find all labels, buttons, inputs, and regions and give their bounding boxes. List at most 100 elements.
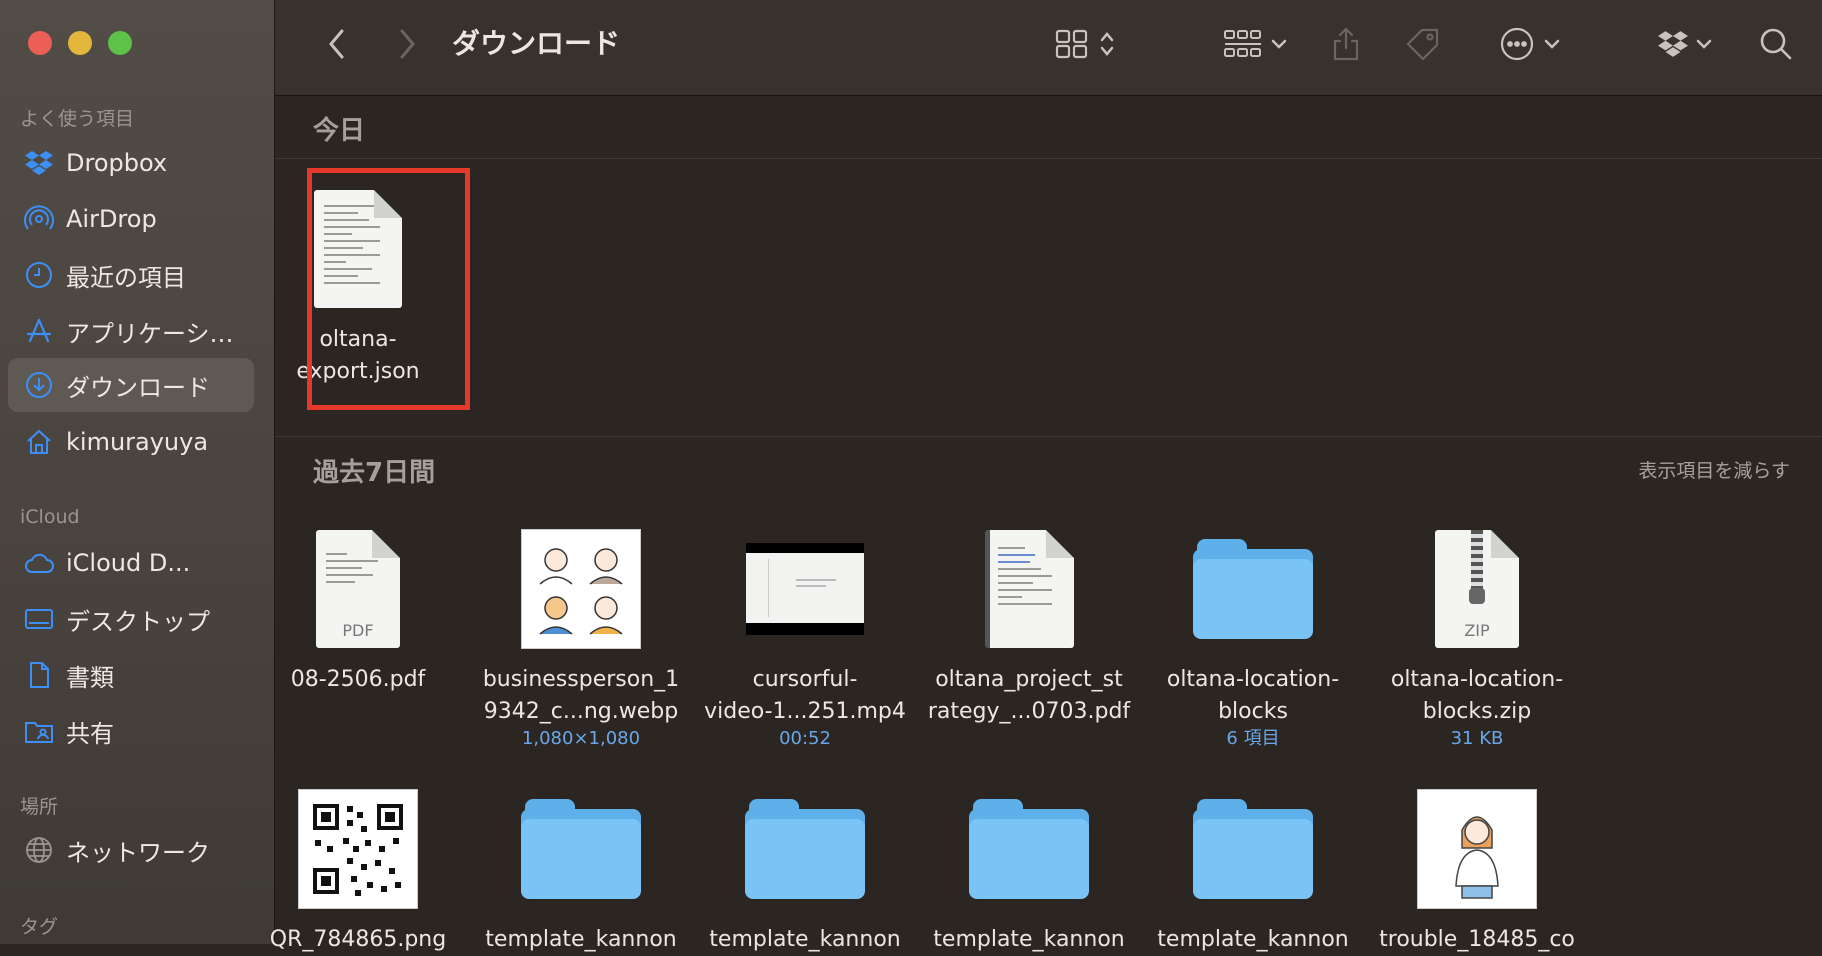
file-item-cursorful-video-mp4[interactable]: cursorful- video-1...251.mp4 00:52	[700, 526, 910, 750]
file-item-businessperson-webp[interactable]: businessperson_1 9342_c...ng.webp 1,080×…	[476, 526, 686, 750]
sidebar-item-label: デスクトップ	[66, 607, 210, 636]
sidebar-item-downloads[interactable]: ダウンロード	[8, 358, 254, 412]
locations-heading: 場所	[20, 796, 59, 818]
zip-archive-icon: ZIP	[1435, 530, 1519, 648]
sidebar-item-applications[interactable]: アプリケーシ…	[8, 304, 254, 358]
file-name: template_kannon	[933, 927, 1125, 952]
video-thumbnail	[700, 526, 910, 652]
file-item-08-2506-pdf[interactable]: PDF 08-2506.pdf	[253, 526, 463, 696]
file-item-template-kannon-folder[interactable]: template_kannon	[924, 786, 1134, 956]
group-by-button[interactable]	[1210, 24, 1300, 64]
file-item-template-kannon-folder[interactable]: template_kannon	[476, 786, 686, 956]
file-item-oltana-project-strategy-pdf[interactable]: oltana_project_st rategy_...0703.pdf	[924, 526, 1134, 728]
file-name: oltana-location- blocks	[1166, 667, 1340, 724]
selection-highlight	[307, 168, 470, 410]
folder-icon	[521, 799, 641, 899]
chevron-down-icon	[1544, 38, 1560, 50]
up-down-chevron-icon	[1099, 29, 1115, 59]
file-name: template_kannon	[485, 927, 677, 952]
file-item-oltana-location-blocks-zip[interactable]: ZIP oltana-location- blocks.zip 31 KB	[1372, 526, 1582, 750]
people-illustration	[521, 529, 641, 649]
folder-thumbnail	[924, 786, 1134, 912]
dropbox-icon	[1658, 30, 1688, 58]
window-title: ダウンロード	[452, 27, 621, 60]
person-illustration	[1417, 789, 1537, 909]
zip-thumbnail: ZIP	[1372, 526, 1582, 652]
share-button[interactable]	[1323, 22, 1369, 66]
dropbox-icon	[24, 148, 54, 178]
desktop-icon	[24, 604, 54, 634]
sidebar-item-documents[interactable]: 書類	[8, 648, 254, 702]
sidebar-item-dropbox[interactable]: Dropbox	[8, 136, 254, 190]
sidebar-item-label: 共有	[66, 719, 114, 748]
file-item-template-kannon-folder[interactable]: template_kannon	[1148, 786, 1358, 956]
folder-thumbnail	[1148, 786, 1358, 912]
section-divider	[275, 436, 1822, 437]
grid-view-icon	[1055, 28, 1089, 60]
favorites-heading: よく使う項目	[20, 108, 135, 130]
file-name: oltana_project_st rategy_...0703.pdf	[927, 667, 1131, 724]
folder-icon	[969, 799, 1089, 899]
pdf-document-icon	[984, 530, 1074, 648]
pdf-thumbnail	[924, 526, 1134, 652]
file-name: template_kannon	[1157, 927, 1349, 952]
folder-icon	[1193, 539, 1313, 639]
minimize-window-button[interactable]	[68, 31, 92, 55]
zoom-window-button[interactable]	[108, 31, 132, 55]
sidebar-item-shared[interactable]: 共有	[8, 704, 254, 758]
qr-code-image	[298, 789, 418, 909]
search-icon	[1759, 27, 1793, 61]
network-icon	[24, 835, 54, 865]
folder-thumbnail	[1148, 526, 1358, 652]
search-button[interactable]	[1753, 22, 1799, 66]
chevron-down-icon	[1696, 38, 1712, 50]
back-button[interactable]	[317, 24, 357, 64]
toolbar: ダウンロード	[275, 0, 1822, 96]
qr-thumbnail	[253, 786, 463, 912]
more-actions-button[interactable]	[1485, 22, 1575, 66]
file-item-oltana-location-blocks-folder[interactable]: oltana-location- blocks 6 項目	[1148, 526, 1358, 750]
sidebar-item-label: 最近の項目	[66, 263, 186, 292]
document-icon	[24, 660, 54, 690]
file-name: oltana-location- blocks.zip	[1390, 667, 1564, 724]
image-thumbnail	[1372, 786, 1582, 912]
sidebar-item-label: ダウンロード	[66, 373, 210, 402]
sidebar-item-recents[interactable]: 最近の項目	[8, 248, 254, 302]
sidebar-item-label: ネットワーク	[66, 838, 210, 867]
airdrop-icon	[24, 204, 54, 234]
file-name: businessperson_1 9342_c...ng.webp	[482, 667, 680, 724]
file-item-trouble-image[interactable]: trouble_18485_co	[1372, 786, 1582, 956]
sidebar-item-airdrop[interactable]: AirDrop	[8, 192, 254, 246]
sidebar-item-label: 書類	[66, 663, 114, 692]
sidebar-item-label: iCloud D...	[66, 549, 191, 577]
tag-button[interactable]	[1400, 22, 1446, 66]
show-less-button[interactable]: 表示項目を減らす	[1638, 456, 1790, 483]
chevron-right-icon	[397, 28, 417, 60]
view-mode-button[interactable]	[1045, 24, 1125, 64]
dropbox-menu-button[interactable]	[1645, 24, 1725, 64]
icloud-heading: iCloud	[20, 506, 80, 528]
group-icon	[1223, 27, 1263, 61]
section-past7-title: 過去7日間	[313, 458, 436, 488]
sidebar-item-desktop[interactable]: デスクトップ	[8, 592, 254, 646]
folder-thumbnail	[700, 786, 910, 912]
sidebar-item-home[interactable]: kimurayuya	[8, 415, 254, 469]
section-divider	[275, 158, 1822, 159]
file-item-template-kannon-folder[interactable]: template_kannon	[700, 786, 910, 956]
clock-icon	[24, 260, 54, 290]
file-item-qr-png[interactable]: QR_784865.png	[253, 786, 463, 956]
file-name: trouble_18485_co	[1379, 927, 1575, 952]
pdf-thumbnail: PDF	[253, 526, 463, 652]
sidebar-item-label: AirDrop	[66, 205, 157, 233]
file-meta: 1,080×1,080	[521, 728, 641, 749]
download-icon	[24, 370, 54, 400]
sidebar-item-network[interactable]: ネットワーク	[8, 823, 254, 877]
file-name: template_kannon	[709, 927, 901, 952]
sidebar: よく使う項目 Dropbox AirDrop 最近の項目 アプリケーシ… ダウン…	[0, 0, 275, 944]
cloud-icon	[24, 548, 54, 578]
share-icon	[1331, 26, 1361, 62]
file-name: cursorful- video-1...251.mp4	[704, 667, 906, 724]
forward-button[interactable]	[387, 24, 427, 64]
sidebar-item-icloud-drive[interactable]: iCloud D...	[8, 536, 254, 590]
close-window-button[interactable]	[28, 31, 52, 55]
